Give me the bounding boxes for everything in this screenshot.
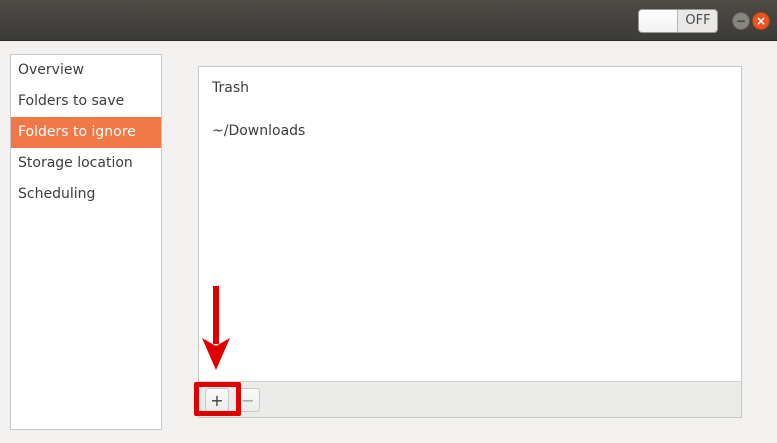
plus-icon: + [210,390,224,410]
close-icon: × [755,14,767,28]
sidebar-item-folders-to-save[interactable]: Folders to save [11,86,161,117]
minimize-button[interactable]: − [732,12,750,30]
list-toolbar: + − [199,381,741,417]
toggle-state-label: OFF [685,13,711,28]
window-titlebar: OFF − × [0,0,777,41]
list-item-trash[interactable]: Trash [212,80,249,96]
minimize-icon: − [735,14,747,28]
ignore-folder-list: Trash ~/Downloads + − [198,66,742,418]
sidebar-item-folders-to-ignore[interactable]: Folders to ignore [11,117,161,148]
sidebar-item-storage-location[interactable]: Storage location [11,148,161,179]
add-folder-button[interactable]: + [205,388,229,412]
remove-folder-button[interactable]: − [236,388,260,412]
toggle-knob[interactable] [639,10,678,32]
sidebar-item-overview[interactable]: Overview [11,55,161,86]
minus-icon: − [241,390,255,410]
list-item-downloads[interactable]: ~/Downloads [212,123,305,139]
sidebar-item-scheduling[interactable]: Scheduling [11,179,161,210]
backup-toggle-switch[interactable]: OFF [638,9,718,33]
sidebar-nav: Overview Folders to save Folders to igno… [10,54,162,430]
close-button[interactable]: × [752,12,770,30]
